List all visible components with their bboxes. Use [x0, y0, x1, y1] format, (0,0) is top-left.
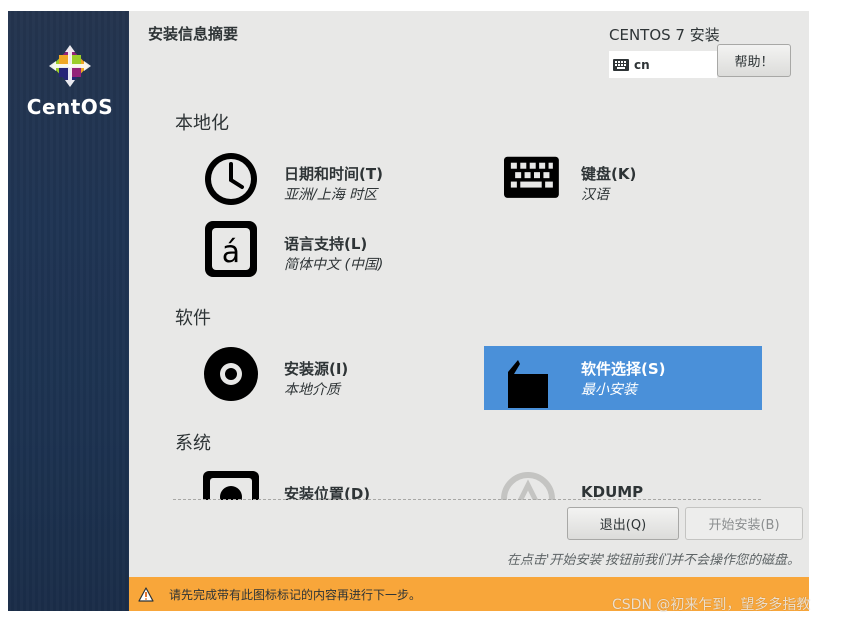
quit-button[interactable]: 退出(Q) — [567, 507, 679, 540]
warning-icon — [138, 586, 154, 602]
spoke-keyboard-status: 汉语 — [581, 187, 609, 203]
svg-text:á: á — [222, 235, 240, 270]
spoke-install-destination-title: 安装位置(D) — [284, 485, 371, 500]
language-icon: á — [205, 221, 257, 277]
page-title: 安装信息摘要 — [148, 25, 239, 43]
installer-window: CentOS 安装信息摘要 CENTOS 7 安装 cn 帮助！ 本地化 日期和… — [8, 11, 809, 611]
disk-icon — [203, 471, 259, 500]
spoke-kdump[interactable]: KDUMP — [484, 467, 762, 500]
spoke-install-source-status: 本地介质 — [284, 382, 340, 398]
section-title-system: 系统 — [175, 433, 211, 454]
main-panel: 安装信息摘要 CENTOS 7 安装 cn 帮助！ 本地化 日期和时间(T) 亚… — [129, 11, 809, 577]
package-icon — [508, 360, 548, 408]
centos-emblem-icon — [49, 45, 91, 87]
spoke-datetime[interactable]: 日期和时间(T) 亚洲/上海 时区 — [187, 147, 465, 211]
disc-icon — [204, 347, 258, 401]
section-title-software: 软件 — [175, 308, 211, 329]
sidebar: CentOS — [8, 11, 129, 611]
product-title: CENTOS 7 安装 — [609, 26, 720, 44]
spoke-install-destination[interactable]: 安装位置(D) — [187, 467, 465, 500]
scroll-clip: 安装位置(D) KDUMP — [129, 466, 809, 500]
spoke-language[interactable]: á 语言支持(L) 简体中文 (中国) — [187, 217, 465, 281]
logo-text: CentOS — [26, 95, 114, 119]
kdump-icon — [501, 472, 555, 500]
keyboard-layout-indicator[interactable]: cn — [609, 51, 717, 78]
keyboard-icon — [504, 156, 559, 198]
spoke-datetime-title: 日期和时间(T) — [284, 165, 383, 183]
spoke-software-selection-status: 最小安装 — [581, 382, 637, 398]
watermark: CSDN @初来乍到，望多多指教 — [612, 597, 811, 613]
spoke-software-selection-title: 软件选择(S) — [581, 360, 666, 378]
spoke-datetime-status: 亚洲/上海 时区 — [284, 187, 378, 203]
spoke-software-selection[interactable]: 软件选择(S) 最小安装 — [484, 346, 762, 410]
help-button[interactable]: 帮助！ — [717, 44, 791, 77]
divider — [173, 499, 761, 500]
keyboard-layout-label: cn — [634, 57, 650, 72]
clock-icon — [205, 153, 257, 205]
centos-logo: CentOS — [26, 43, 114, 119]
disk-note: 在点击'开始安装'按钮前我们并不会操作您的磁盘。 — [506, 553, 800, 568]
spoke-language-title: 语言支持(L) — [284, 235, 368, 253]
section-title-localization: 本地化 — [175, 113, 229, 134]
spoke-kdump-title: KDUMP — [581, 483, 644, 500]
spoke-keyboard-title: 键盘(K) — [581, 165, 637, 183]
spoke-keyboard[interactable]: 键盘(K) 汉语 — [484, 147, 762, 211]
spoke-install-source[interactable]: 安装源(I) 本地介质 — [187, 342, 465, 406]
warning-text: 请先完成带有此图标标记的内容再进行下一步。 — [169, 587, 422, 602]
keyboard-small-icon — [613, 58, 629, 71]
begin-installation-button[interactable]: 开始安装(B) — [685, 507, 803, 540]
spoke-language-status: 简体中文 (中国) — [284, 257, 384, 273]
spoke-install-source-title: 安装源(I) — [284, 360, 349, 378]
